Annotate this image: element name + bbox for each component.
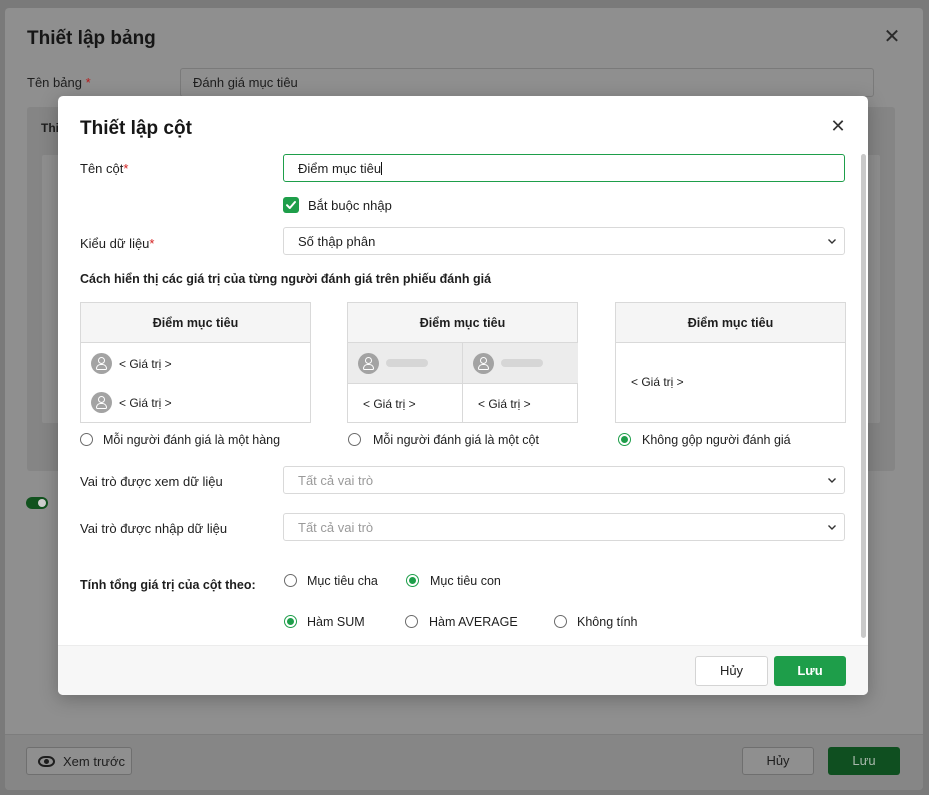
preview-button[interactable]: Xem trước — [26, 747, 132, 775]
display-section-title: Cách hiển thị các giá trị của từng người… — [80, 272, 492, 286]
table-name-input[interactable]: Đánh giá mục tiêu — [180, 68, 874, 97]
name-placeholder-bar — [386, 359, 428, 367]
card-divider — [462, 343, 463, 423]
radio-no-merge-label: Không gộp người đánh giá — [642, 433, 791, 447]
card-header: Điểm mục tiêu — [348, 303, 577, 343]
data-type-label: Kiểu dữ liệu* — [80, 236, 155, 251]
card-header: Điểm mục tiêu — [81, 303, 310, 343]
sum-by-label: Tính tổng giá trị của cột theo: — [80, 578, 256, 592]
card-row-value: < Giá trị > — [119, 356, 172, 371]
view-roles-label: Vai trò được xem dữ liệu — [80, 474, 223, 489]
name-placeholder-bar — [501, 359, 543, 367]
radio-none[interactable] — [554, 615, 567, 628]
card-cell: < Giá trị > — [463, 383, 578, 423]
edit-roles-placeholder: Tất cả vai trò — [298, 520, 374, 535]
radio-columns[interactable] — [348, 433, 361, 446]
required-checkbox-label: Bắt buộc nhập — [308, 198, 392, 213]
close-icon[interactable]: ✕ — [828, 116, 848, 136]
text-caret — [381, 162, 383, 175]
card-row: < Giá trị > — [91, 353, 172, 374]
user-avatar-icon — [91, 392, 112, 413]
display-option-card-rows[interactable]: Điểm mục tiêu < Giá trị > < Giá trị > — [80, 302, 311, 423]
radio-parent-goal[interactable] — [284, 574, 297, 587]
radio-child-goal[interactable] — [406, 574, 419, 587]
card-row: < Giá trị > — [91, 392, 172, 413]
modal-scrollbar[interactable] — [861, 154, 866, 638]
table-name-label: Tên bảng * — [27, 75, 91, 90]
save-button[interactable]: Lưu — [774, 656, 846, 686]
card-column-header — [348, 343, 463, 383]
outer-save-button[interactable]: Lưu — [828, 747, 900, 775]
view-roles-placeholder: Tất cả vai trò — [298, 473, 374, 488]
outer-cancel-button[interactable]: Hủy — [742, 747, 814, 775]
radio-rows-label: Mỗi người đánh giá là một hàng — [103, 433, 281, 447]
chevron-down-icon — [828, 478, 836, 483]
modal-title: Thiết lập cột — [80, 118, 192, 139]
outer-section-heading: Thi — [41, 121, 59, 135]
radio-sum-label: Hàm SUM — [307, 615, 365, 629]
eye-icon — [38, 755, 55, 767]
card-cell: < Giá trị > — [348, 383, 463, 423]
radio-sum[interactable] — [284, 615, 297, 628]
user-avatar-icon — [91, 353, 112, 374]
data-type-select[interactable]: Số thập phân — [283, 227, 845, 255]
outer-modal-title: Thiết lập bảng — [27, 28, 156, 49]
radio-average[interactable] — [405, 615, 418, 628]
radio-child-goal-label: Mục tiêu con — [430, 574, 501, 588]
chevron-down-icon — [828, 239, 836, 244]
outer-toggle-switch[interactable] — [26, 497, 48, 509]
card-value: < Giá trị > — [631, 375, 684, 389]
display-option-card-no-merge[interactable]: Điểm mục tiêu < Giá trị > — [615, 302, 846, 423]
required-checkbox[interactable] — [283, 197, 299, 213]
chevron-down-icon — [828, 525, 836, 530]
column-name-input[interactable]: Điểm mục tiêu — [283, 154, 845, 182]
user-avatar-icon — [473, 352, 494, 374]
card-header: Điểm mục tiêu — [616, 303, 845, 343]
radio-no-merge[interactable] — [618, 433, 631, 446]
radio-rows[interactable] — [80, 433, 93, 446]
preview-button-label: Xem trước — [63, 753, 126, 769]
cancel-button[interactable]: Hủy — [695, 656, 768, 686]
column-settings-modal: Thiết lập cột ✕ Tên cột* Điểm mục tiêu B… — [58, 96, 868, 695]
display-option-card-columns[interactable]: Điểm mục tiêu < Giá trị > < Giá trị > — [347, 302, 578, 423]
view-roles-select[interactable]: Tất cả vai trò — [283, 466, 845, 494]
checkmark-icon — [286, 201, 296, 209]
outer-close-icon[interactable]: ✕ — [881, 26, 903, 48]
radio-none-label: Không tính — [577, 615, 638, 629]
radio-columns-label: Mỗi người đánh giá là một cột — [373, 433, 539, 447]
edit-roles-select[interactable]: Tất cả vai trò — [283, 513, 845, 541]
card-column-header — [463, 343, 578, 383]
radio-average-label: Hàm AVERAGE — [429, 615, 518, 629]
user-avatar-icon — [358, 352, 379, 374]
card-row-value: < Giá trị > — [119, 395, 172, 410]
column-name-label: Tên cột* — [80, 161, 129, 176]
data-type-value: Số thập phân — [298, 234, 376, 249]
edit-roles-label: Vai trò được nhập dữ liệu — [80, 521, 228, 536]
radio-parent-goal-label: Mục tiêu cha — [307, 574, 378, 588]
